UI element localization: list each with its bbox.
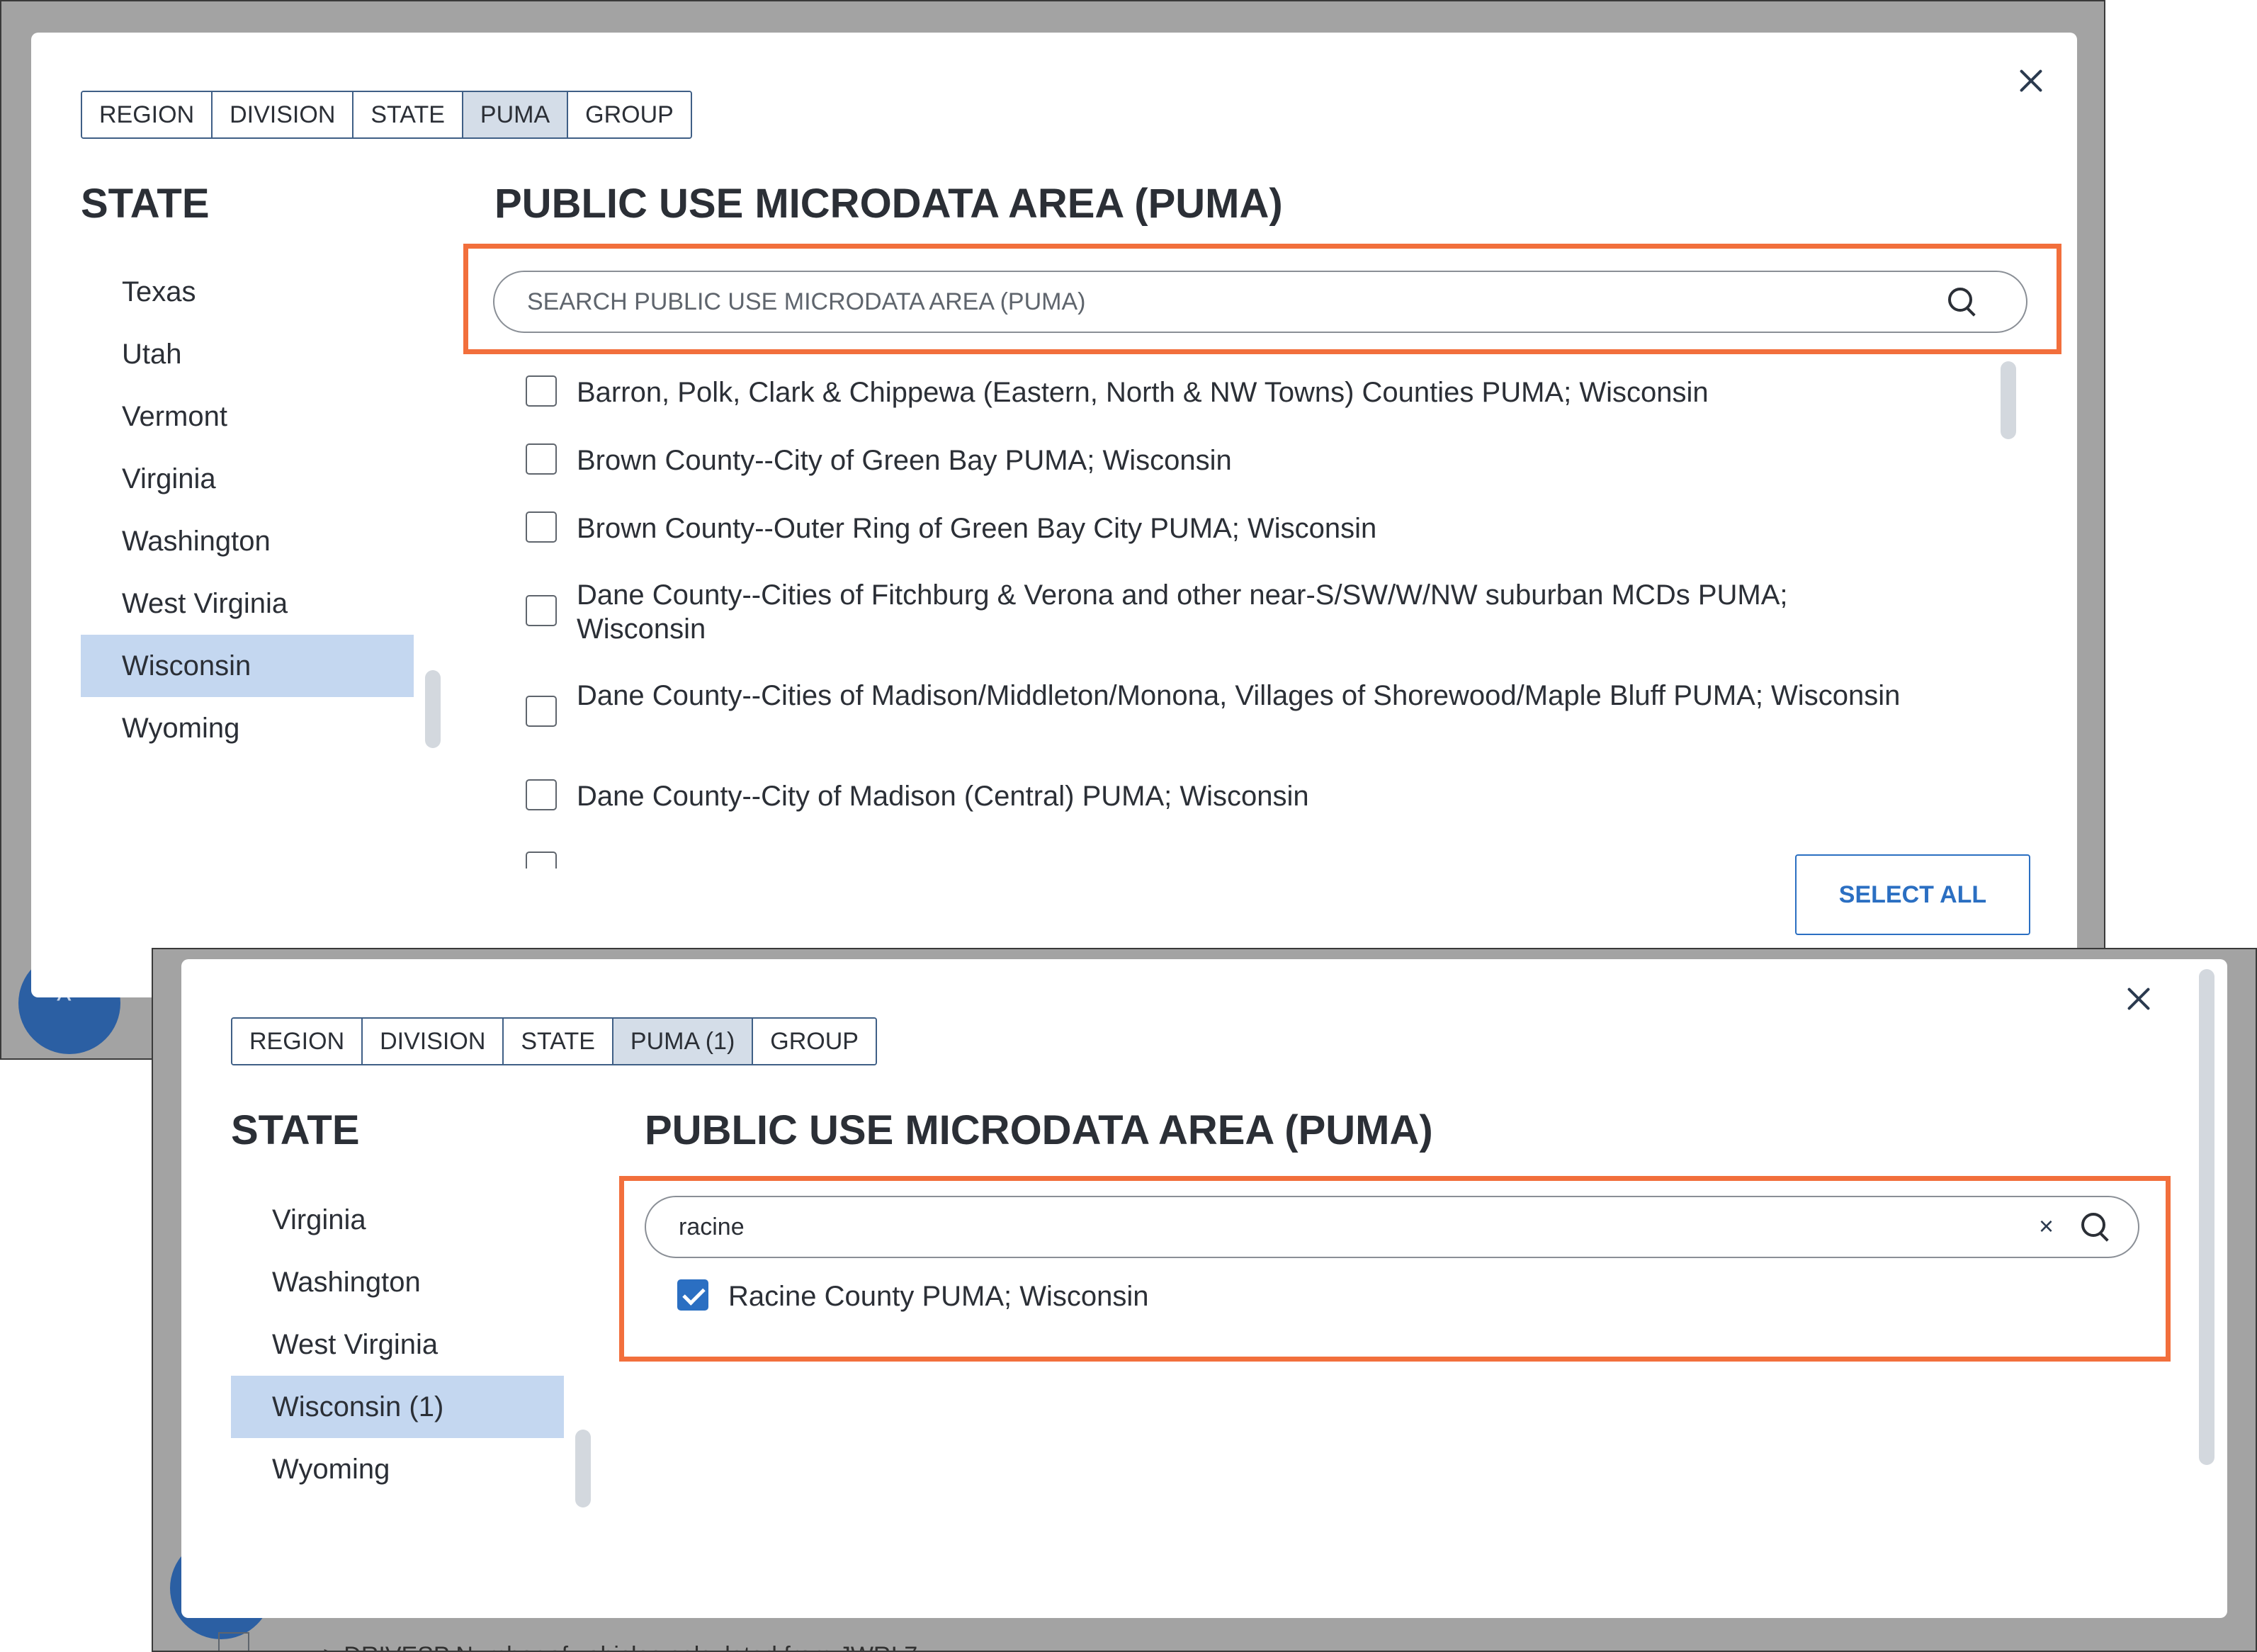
state-item-wyoming[interactable]: Wyoming — [231, 1438, 564, 1500]
option-label: Brown County--City of Green Bay PUMA; Wi… — [577, 445, 1232, 476]
tab-division[interactable]: DIVISION — [213, 92, 354, 137]
dialog-scrollbar[interactable] — [2199, 969, 2214, 1465]
state-item-west-virginia[interactable]: West Virginia — [81, 572, 414, 635]
puma-heading: PUBLIC USE MICRODATA AREA (PUMA) — [494, 181, 1283, 227]
puma-options-list: Barron, Polk, Clark & Chippewa (Eastern,… — [526, 361, 1942, 869]
select-all-button[interactable]: SELECT ALL — [1795, 854, 2030, 935]
tab-state[interactable]: STATE — [353, 92, 463, 137]
checkbox[interactable] — [526, 595, 557, 626]
tab-state[interactable]: STATE — [504, 1019, 613, 1064]
screenshot-top: ^ REGION DIVISION STATE PUMA GROUP STATE… — [0, 0, 2105, 1060]
checkbox[interactable] — [526, 443, 557, 475]
state-list: Virginia Washington West Virginia Wiscon… — [231, 1189, 564, 1500]
search-value: racine — [679, 1213, 745, 1240]
state-list-scrollbar[interactable] — [575, 1430, 591, 1507]
search-icon[interactable] — [1945, 285, 1979, 319]
puma-search-field[interactable]: SEARCH PUBLIC USE MICRODATA AREA (PUMA) — [493, 271, 2027, 333]
list-item: Dane County--Cities of Madison/Middleton… — [526, 679, 1914, 727]
tab-division[interactable]: DIVISION — [363, 1019, 504, 1064]
puma-list-scrollbar[interactable] — [2001, 361, 2016, 439]
state-item-virginia[interactable]: Virginia — [81, 448, 414, 510]
option-label: Racine County PUMA; Wisconsin — [728, 1281, 1149, 1312]
state-item-west-virginia[interactable]: West Virginia — [231, 1313, 564, 1376]
list-item: Brown County--City of Green Bay PUMA; Wi… — [526, 443, 1232, 477]
location-filter-dialog: REGION DIVISION STATE PUMA GROUP STATE P… — [31, 33, 2077, 997]
checkbox[interactable] — [526, 696, 557, 727]
geography-tabs: REGION DIVISION STATE PUMA GROUP — [81, 91, 692, 139]
state-item-vermont[interactable]: Vermont — [81, 385, 414, 448]
state-item-texas[interactable]: Texas — [81, 261, 414, 323]
state-item-wisconsin[interactable]: Wisconsin (1) — [231, 1376, 564, 1438]
state-list-scrollbar[interactable] — [425, 670, 441, 748]
option-label: Dane County--Cities of Madison/Middleton… — [577, 680, 1901, 711]
list-item: Dane County--City of Madison (Central) P… — [526, 779, 1309, 813]
state-item-wisconsin[interactable]: Wisconsin — [81, 635, 414, 697]
location-filter-dialog: REGION DIVISION STATE PUMA (1) GROUP STA… — [181, 959, 2227, 1618]
close-icon[interactable] — [2118, 979, 2158, 1019]
state-heading: STATE — [81, 181, 210, 227]
list-item: Racine County PUMA; Wisconsin — [677, 1279, 1149, 1313]
search-icon[interactable] — [2078, 1210, 2112, 1244]
list-item: Brown County--Outer Ring of Green Bay Ci… — [526, 511, 1376, 545]
state-list: Texas Utah Vermont Virginia Washington W… — [81, 261, 414, 759]
checkbox-checked[interactable] — [677, 1279, 708, 1311]
state-heading: STATE — [231, 1107, 360, 1153]
checkbox[interactable] — [526, 779, 557, 810]
geography-tabs: REGION DIVISION STATE PUMA (1) GROUP — [231, 1017, 877, 1065]
option-label: Dane County--City of Madison (Central) P… — [577, 781, 1309, 812]
tab-region[interactable]: REGION — [232, 1019, 363, 1064]
background-row-text: > DRIVESP Number of vehicles calculated … — [323, 1642, 917, 1651]
puma-search-field[interactable]: racine × — [645, 1196, 2139, 1258]
search-placeholder: SEARCH PUBLIC USE MICRODATA AREA (PUMA) — [527, 288, 1086, 315]
puma-heading: PUBLIC USE MICRODATA AREA (PUMA) — [645, 1107, 1433, 1153]
background-checkbox — [218, 1632, 249, 1651]
option-label: Dane County--Cities of Fitchburg & Veron… — [577, 579, 1788, 645]
checkbox[interactable] — [526, 852, 557, 869]
close-icon[interactable] — [2010, 61, 2050, 101]
list-item: Barron, Polk, Clark & Chippewa (Eastern,… — [526, 375, 1709, 409]
tab-group[interactable]: GROUP — [568, 92, 691, 137]
tab-region[interactable]: REGION — [82, 92, 213, 137]
screenshot-bottom: > DRIVESP Number of vehicles calculated … — [152, 948, 2257, 1652]
state-item-utah[interactable]: Utah — [81, 323, 414, 385]
option-label: Brown County--Outer Ring of Green Bay Ci… — [577, 513, 1377, 544]
checkbox[interactable] — [526, 375, 557, 407]
list-item — [526, 852, 577, 869]
option-label: Barron, Polk, Clark & Chippewa (Eastern,… — [577, 377, 1709, 408]
state-item-wyoming[interactable]: Wyoming — [81, 697, 414, 759]
checkbox[interactable] — [526, 511, 557, 543]
tab-puma[interactable]: PUMA — [463, 92, 569, 137]
state-item-washington[interactable]: Washington — [231, 1251, 564, 1313]
tab-puma[interactable]: PUMA (1) — [613, 1019, 754, 1064]
state-item-washington[interactable]: Washington — [81, 510, 414, 572]
clear-icon[interactable]: × — [2039, 1211, 2054, 1241]
tab-group[interactable]: GROUP — [753, 1019, 876, 1064]
list-item: Dane County--Cities of Fitchburg & Veron… — [526, 578, 1914, 646]
state-item-virginia[interactable]: Virginia — [231, 1189, 564, 1251]
